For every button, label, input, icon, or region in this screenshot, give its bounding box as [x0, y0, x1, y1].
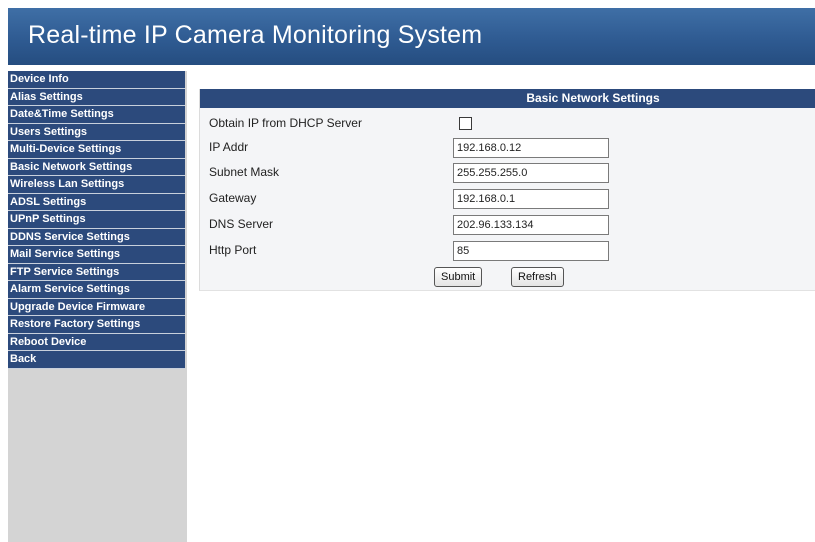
sidebar-item-back[interactable]: Back	[8, 351, 185, 369]
app-header: Real-time IP Camera Monitoring System	[8, 8, 815, 65]
http-port-input[interactable]	[453, 241, 609, 261]
dhcp-row: Obtain IP from DHCP Server	[200, 113, 815, 135]
sidebar-item-datetime-settings[interactable]: Date&Time Settings	[8, 106, 185, 124]
sidebar-item-adsl-settings[interactable]: ADSL Settings	[8, 193, 185, 211]
sidebar-item-alarm-service-settings[interactable]: Alarm Service Settings	[8, 281, 185, 299]
dhcp-label: Obtain IP from DHCP Server	[209, 116, 362, 130]
sidebar-item-restore-factory-settings[interactable]: Restore Factory Settings	[8, 316, 185, 334]
app-title: Real-time IP Camera Monitoring System	[28, 21, 483, 49]
sidebar-item-users-settings[interactable]: Users Settings	[8, 123, 185, 141]
sidebar-item-basic-network-settings[interactable]: Basic Network Settings	[8, 158, 185, 176]
sidebar-item-upgrade-device-firmware[interactable]: Upgrade Device Firmware	[8, 298, 185, 316]
sidebar-item-multi-device-settings[interactable]: Multi-Device Settings	[8, 141, 185, 159]
dns-server-label: DNS Server	[209, 217, 274, 231]
sidebar-item-upnp-settings[interactable]: UPnP Settings	[8, 211, 185, 229]
dhcp-checkbox[interactable]	[459, 117, 472, 130]
sidebar-item-alias-settings[interactable]: Alias Settings	[8, 88, 185, 106]
sidebar-nav: Device Info Alias Settings Date&Time Set…	[8, 71, 185, 369]
subnet-mask-input[interactable]	[453, 163, 609, 183]
sidebar-item-reboot-device[interactable]: Reboot Device	[8, 333, 185, 351]
panel-title: Basic Network Settings	[200, 89, 815, 108]
sidebar-item-mail-service-settings[interactable]: Mail Service Settings	[8, 246, 185, 264]
http-port-row: Http Port	[200, 240, 815, 262]
basic-network-settings-panel: Basic Network Settings Obtain IP from DH…	[199, 89, 815, 291]
gateway-row: Gateway	[200, 188, 815, 210]
gateway-input[interactable]	[453, 189, 609, 209]
http-port-label: Http Port	[209, 243, 257, 257]
sidebar: Device Info Alias Settings Date&Time Set…	[8, 71, 187, 542]
subnet-mask-row: Subnet Mask	[200, 162, 815, 184]
sidebar-item-device-info[interactable]: Device Info	[8, 71, 185, 89]
gateway-label: Gateway	[209, 191, 257, 205]
sidebar-item-wireless-lan-settings[interactable]: Wireless Lan Settings	[8, 176, 185, 194]
submit-button[interactable]: Submit	[434, 267, 483, 287]
sidebar-item-ftp-service-settings[interactable]: FTP Service Settings	[8, 263, 185, 281]
refresh-button[interactable]: Refresh	[511, 267, 564, 287]
ip-addr-input[interactable]	[453, 138, 609, 158]
subnet-mask-label: Subnet Mask	[209, 165, 280, 179]
dns-server-input[interactable]	[453, 215, 609, 235]
dns-server-row: DNS Server	[200, 214, 815, 236]
sidebar-item-ddns-service-settings[interactable]: DDNS Service Settings	[8, 228, 185, 246]
ip-row: IP Addr	[200, 137, 815, 159]
ip-addr-label: IP Addr	[209, 140, 249, 154]
